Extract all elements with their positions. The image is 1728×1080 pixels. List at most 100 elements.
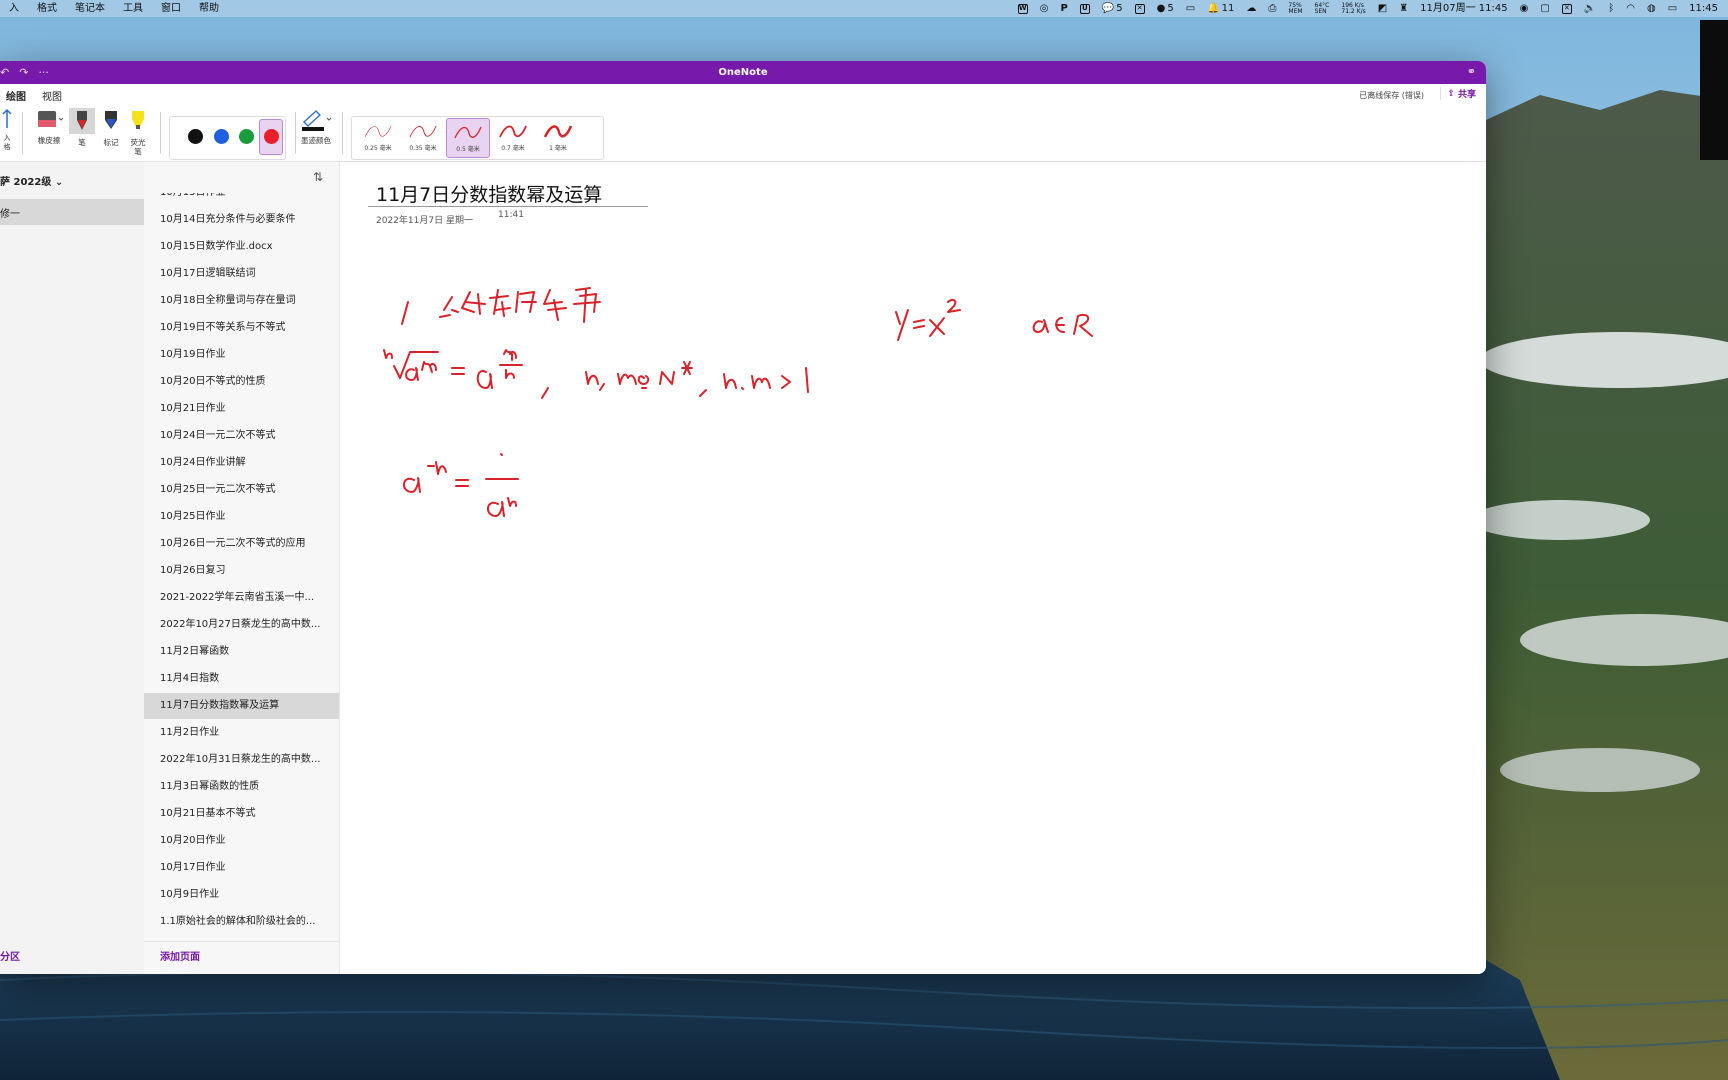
- page-item[interactable]: 10月13日作业: [144, 193, 339, 206]
- ribbon-separator: [295, 112, 296, 154]
- bookmark-icon[interactable]: ♜: [1393, 0, 1414, 17]
- menu-window[interactable]: 窗口: [152, 0, 190, 17]
- u-app-icon[interactable]: U: [1074, 3, 1096, 14]
- x-app-icon[interactable]: ✕: [1129, 3, 1151, 14]
- page-item[interactable]: 10月21日作业: [144, 396, 339, 422]
- mem-stat[interactable]: 75% MEM: [1282, 2, 1308, 15]
- color-blue[interactable]: [214, 129, 229, 144]
- ink-color-tool[interactable]: 墨迹颜色: [298, 108, 334, 145]
- temp-stat[interactable]: 64°C SEN: [1309, 2, 1336, 15]
- thickness-0-5[interactable]: 0.5 毫米: [446, 118, 490, 158]
- sync-icon[interactable]: ◎: [1034, 0, 1055, 17]
- app-menus: 入 格式 笔记本 工具 窗口 帮助: [0, 0, 228, 17]
- page-item[interactable]: 2022年10月31日蔡龙生的高中数...: [144, 747, 339, 773]
- cloud-icon[interactable]: ☁: [1240, 0, 1262, 17]
- word-icon[interactable]: W: [1012, 3, 1034, 14]
- page-item[interactable]: 10月26日复习: [144, 558, 339, 584]
- display-icon[interactable]: ▢: [1534, 0, 1555, 17]
- menu-notebook[interactable]: 笔记本: [66, 0, 114, 17]
- volume-icon[interactable]: 🔈: [1578, 0, 1602, 17]
- page-item[interactable]: 2021-2022学年云南省玉溪一中...: [144, 585, 339, 611]
- airplay-icon[interactable]: ⎙: [1262, 0, 1282, 17]
- title-bar: ↶ ↷ ··· OneNote ⚭: [0, 61, 1486, 84]
- section-item-selected[interactable]: 修一: [0, 199, 144, 225]
- net-stat[interactable]: 196 K/s 71.2 K/s: [1335, 2, 1371, 15]
- thickness-0-25[interactable]: 0.25 毫米: [356, 118, 400, 158]
- menu-edit[interactable]: 入: [0, 0, 28, 17]
- highlighter-tool[interactable]: 荧光 笔: [126, 108, 150, 156]
- menu-help[interactable]: 帮助: [190, 0, 228, 17]
- page-item[interactable]: 10月15日数学作业.docx: [144, 234, 339, 260]
- thickness-1[interactable]: 1 毫米: [536, 118, 580, 158]
- page-item[interactable]: 10月25日作业: [144, 504, 339, 530]
- ribbon-tabs: 绘图 视图: [0, 84, 1486, 106]
- share-button[interactable]: ⇪ 共享: [1440, 87, 1476, 100]
- insert-space-tool[interactable]: 入 格: [0, 108, 14, 152]
- page-item-selected[interactable]: 11月7日分数指数幂及运算: [144, 693, 339, 719]
- color-red[interactable]: [264, 129, 279, 144]
- page-item[interactable]: 11月4日指数: [144, 666, 339, 692]
- page-item[interactable]: 11月3日幂函数的性质: [144, 774, 339, 800]
- page-item[interactable]: 10月25日一元二次不等式: [144, 477, 339, 503]
- eraser-tool[interactable]: 橡皮擦: [33, 108, 65, 145]
- page-item[interactable]: 10月19日不等关系与不等式: [144, 315, 339, 341]
- page-item[interactable]: 11月2日幂函数: [144, 639, 339, 665]
- page-item[interactable]: 10月9日作业: [144, 882, 339, 908]
- page-item[interactable]: 10月17日逻辑联结词: [144, 261, 339, 287]
- page-item[interactable]: 10月24日作业讲解: [144, 450, 339, 476]
- insert-space-icon: [2, 108, 12, 128]
- handwritten-ink[interactable]: [340, 162, 1486, 562]
- page-item[interactable]: 10月20日不等式的性质: [144, 369, 339, 395]
- add-section-button[interactable]: 分区: [0, 948, 20, 963]
- p-app-icon[interactable]: P: [1054, 0, 1073, 17]
- add-page-button[interactable]: 添加页面: [160, 948, 200, 963]
- thickness-0-7[interactable]: 0.7 毫米: [491, 118, 535, 158]
- pen-tool[interactable]: 笔: [69, 108, 95, 147]
- bluetooth-icon[interactable]: ᛒ: [1602, 0, 1620, 17]
- divider: [144, 941, 339, 942]
- pen-color-palette: [169, 116, 286, 160]
- page-item[interactable]: 10月14日充分条件与必要条件: [144, 207, 339, 233]
- page-item[interactable]: 11月2日作业: [144, 720, 339, 746]
- x-box-icon[interactable]: ✕: [1556, 3, 1578, 14]
- marker-tool[interactable]: 标记: [99, 108, 123, 147]
- menu-format[interactable]: 格式: [28, 0, 66, 17]
- page-item[interactable]: 1.1原始社会的解体和阶级社会的...: [144, 909, 339, 935]
- battery-icon[interactable]: ▭: [1662, 0, 1683, 17]
- notif-status[interactable]: 🔔 11: [1201, 0, 1240, 17]
- bell-icon: 🔔: [1207, 3, 1220, 14]
- page-item[interactable]: 10月18日全称量词与存在量词: [144, 288, 339, 314]
- page-item[interactable]: 10月20日作业: [144, 828, 339, 854]
- tab-view[interactable]: 视图: [42, 88, 62, 103]
- menu-tools[interactable]: 工具: [114, 0, 152, 17]
- ribbon-separator: [342, 112, 343, 154]
- user-icon[interactable]: ◍: [1641, 0, 1662, 17]
- pages-panel: ⇅ 10月13日作业10月14日充分条件与必要条件10月15日数学作业.docx…: [144, 162, 340, 974]
- screen-icon[interactable]: ▭: [1180, 0, 1201, 17]
- wechat-status[interactable]: ● 5: [1151, 0, 1180, 17]
- pen-app-icon[interactable]: ◩: [1372, 0, 1393, 17]
- page-item[interactable]: 10月26日一元二次不等式的应用: [144, 531, 339, 557]
- camera-icon[interactable]: ◉: [1514, 0, 1535, 17]
- chat-status[interactable]: 💬 5: [1096, 0, 1129, 17]
- page-item[interactable]: 10月21日基本不等式: [144, 801, 339, 827]
- menubar-clock[interactable]: 11:45: [1683, 0, 1728, 17]
- ribbon-separator: [22, 112, 23, 154]
- page-item[interactable]: 2022年10月27日蔡龙生的高中数...: [144, 612, 339, 638]
- wechat-icon: ●: [1156, 3, 1166, 14]
- stroke-icon: [409, 125, 437, 138]
- color-black[interactable]: [188, 129, 203, 144]
- thickness-0-35[interactable]: 0.35 毫米: [401, 118, 445, 158]
- sections-panel: 萨 2022级 ⌄ 修一 分区: [0, 162, 145, 974]
- page-item[interactable]: 10月24日一元二次不等式: [144, 423, 339, 449]
- page-item[interactable]: 10月17日作业: [144, 855, 339, 881]
- note-canvas[interactable]: 11月7日分数指数幂及运算 2022年11月7日 星期一 11:41: [340, 162, 1486, 974]
- sort-icon[interactable]: ⇅: [313, 170, 323, 184]
- color-green[interactable]: [239, 129, 254, 144]
- window-link-icon[interactable]: ⚭: [1467, 65, 1476, 78]
- onenote-window: ↶ ↷ ··· OneNote ⚭ 绘图 视图 已离线保存 (错误) ⇪ 共享 入…: [0, 61, 1486, 974]
- wifi-icon[interactable]: ◠: [1620, 0, 1641, 17]
- page-item[interactable]: 10月19日作业: [144, 342, 339, 368]
- notebook-selector[interactable]: 萨 2022级 ⌄: [0, 173, 63, 188]
- menubar-date[interactable]: 11月07周一 11:45: [1414, 0, 1513, 17]
